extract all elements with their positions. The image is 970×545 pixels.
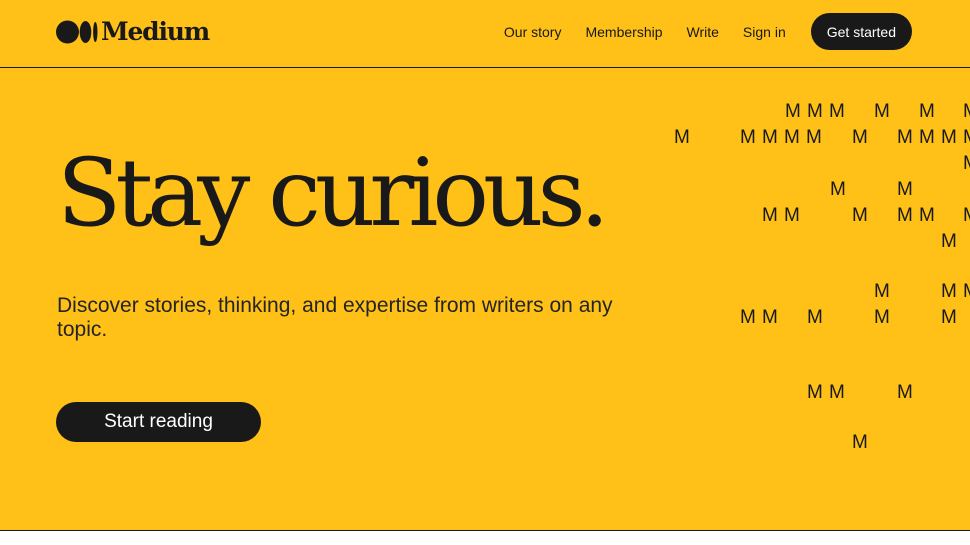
- m-glyph: M: [852, 205, 868, 226]
- m-glyph: M: [919, 127, 935, 148]
- m-glyph: M: [897, 205, 913, 226]
- nav-link-our-story[interactable]: Our story: [504, 24, 562, 40]
- start-reading-button[interactable]: Start reading: [56, 402, 261, 442]
- m-glyph: M: [829, 382, 845, 403]
- m-glyph: M: [762, 127, 778, 148]
- m-glyph: M: [740, 127, 756, 148]
- nav-link-write[interactable]: Write: [687, 24, 719, 40]
- medium-logo-icon: [56, 19, 99, 45]
- m-glyph: M: [807, 382, 823, 403]
- m-glyph: M: [762, 205, 778, 226]
- hero-title: Stay curious.: [57, 139, 610, 248]
- m-glyph: M: [807, 101, 823, 122]
- m-glyph: M: [919, 205, 935, 226]
- m-glyph: M: [829, 101, 845, 122]
- m-glyph: M: [941, 307, 957, 328]
- m-glyph: M: [941, 281, 957, 302]
- m-glyph: M: [963, 127, 970, 149]
- m-glyph: M: [784, 127, 800, 148]
- m-glyph: M: [830, 179, 846, 200]
- m-glyph: M: [852, 432, 868, 453]
- m-glyph: M: [941, 127, 957, 148]
- m-glyph: M: [807, 307, 823, 328]
- m-glyph: M: [785, 101, 801, 122]
- get-started-button[interactable]: Get started: [810, 13, 912, 50]
- m-glyph: M: [963, 205, 970, 227]
- m-glyph: M: [674, 127, 690, 148]
- m-glyph: M: [919, 101, 935, 122]
- m-glyph: M: [874, 307, 890, 328]
- m-glyph: M: [963, 281, 970, 303]
- m-glyph: M: [897, 127, 913, 148]
- medium-logo[interactable]: Medium: [56, 17, 210, 47]
- m-glyph: M: [784, 205, 800, 226]
- hero-section: Stay curious. Discover stories, thinking…: [0, 68, 970, 531]
- m-glyph: M: [963, 101, 970, 123]
- nav-link-membership[interactable]: Membership: [585, 24, 662, 40]
- medium-homepage: Medium Our story Membership Write Sign i…: [0, 0, 970, 545]
- m-glyph: M: [897, 179, 913, 200]
- m-glyph: M: [762, 307, 778, 328]
- m-glyph: M: [740, 307, 756, 328]
- hero-subtitle: Discover stories, thinking, and expertis…: [57, 294, 613, 341]
- header-nav: Our story Membership Write Sign in Get s…: [504, 13, 912, 50]
- top-navigation-bar: Medium Our story Membership Write Sign i…: [0, 0, 970, 68]
- m-glyph: M: [963, 153, 970, 175]
- m-glyph: M: [874, 281, 890, 302]
- logo-wordmark: Medium: [101, 17, 210, 46]
- m-glyph: M: [897, 382, 913, 403]
- nav-link-sign-in[interactable]: Sign in: [743, 24, 786, 40]
- m-glyph: M: [874, 101, 890, 122]
- m-glyph: M: [806, 127, 822, 148]
- m-glyph: M: [941, 231, 957, 252]
- m-glyph: M: [852, 127, 868, 148]
